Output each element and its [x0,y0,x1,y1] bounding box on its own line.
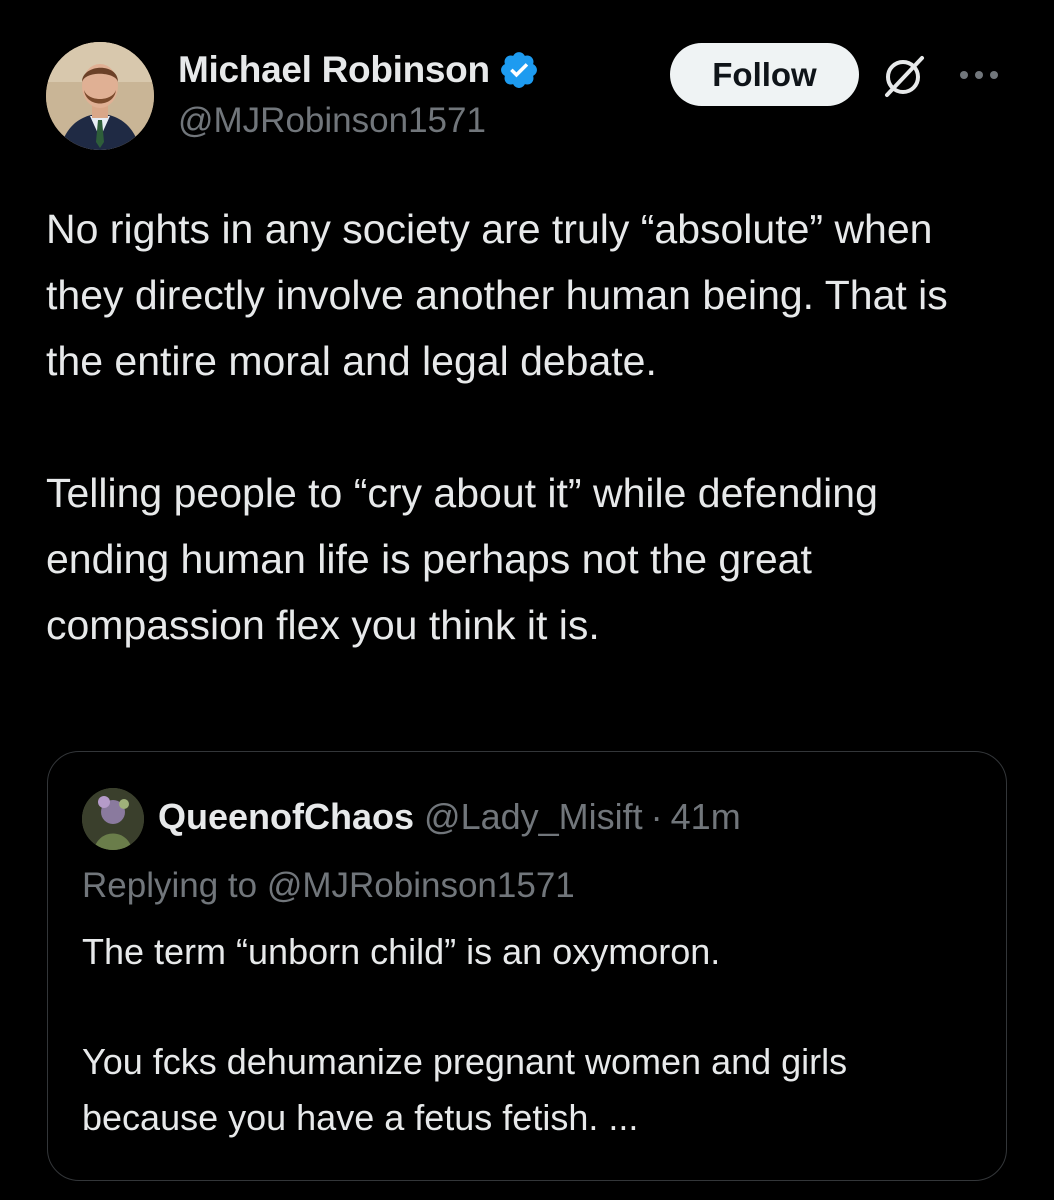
quote-author-handle[interactable]: @Lady_Misift [424,796,643,838]
quoted-tweet-card[interactable]: QueenofChaos @Lady_Misift · 41m Replying… [47,751,1007,1181]
quote-text: The term “unborn child” is an oxymoron. … [82,924,972,1146]
author-avatar-image [46,42,154,150]
more-options-icon[interactable] [954,60,1004,90]
quote-author-avatar[interactable] [82,788,144,850]
tweet-paragraph: No rights in any society are truly “abso… [46,206,948,384]
author-name-row[interactable]: Michael Robinson [178,47,540,93]
quote-timestamp[interactable]: 41m [671,796,741,838]
quote-paragraph: You fcks dehumanize pregnant women and g… [82,1041,848,1138]
follow-button[interactable]: Follow [670,43,859,106]
tweet-text: No rights in any society are truly “abso… [46,196,1006,658]
author-avatar[interactable] [46,42,154,150]
quote-avatar-image [82,788,144,850]
tweet-paragraph: Telling people to “cry about it” while d… [46,470,878,648]
quote-separator: · [650,796,663,837]
quote-replying-to: Replying to @MJRobinson1571 [82,866,575,905]
quote-author-name[interactable]: QueenofChaos [158,796,414,838]
quote-paragraph: The term “unborn child” is an oxymoron. [82,931,721,972]
author-display-name[interactable]: Michael Robinson [178,49,490,91]
verified-badge-icon[interactable] [498,49,540,91]
author-handle[interactable]: @MJRobinson1571 [178,101,486,141]
quote-header: QueenofChaos @Lady_Misift · 41m [158,796,741,842]
grok-icon[interactable] [878,50,930,102]
